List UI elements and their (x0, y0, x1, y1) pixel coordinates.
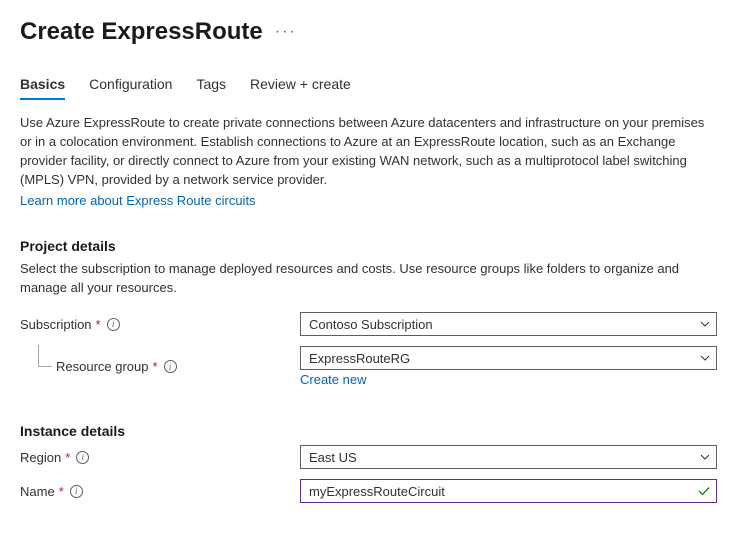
info-icon[interactable]: i (107, 318, 120, 331)
page-title: Create ExpressRoute (20, 18, 263, 46)
tabs: Basics Configuration Tags Review + creat… (20, 76, 717, 100)
region-value: East US (309, 450, 357, 465)
name-label: Name (20, 484, 55, 499)
name-input[interactable] (300, 479, 717, 503)
resource-group-value: ExpressRouteRG (309, 351, 410, 366)
required-icon: * (59, 484, 64, 499)
check-icon (697, 484, 711, 498)
info-icon[interactable]: i (70, 485, 83, 498)
resource-group-select[interactable]: ExpressRouteRG (300, 346, 717, 370)
learn-more-link[interactable]: Learn more about Express Route circuits (20, 193, 256, 208)
description-text: Use Azure ExpressRoute to create private… (20, 114, 717, 189)
info-icon[interactable]: i (164, 360, 177, 373)
region-label: Region (20, 450, 61, 465)
required-icon: * (96, 317, 101, 332)
tab-basics[interactable]: Basics (20, 76, 65, 100)
tab-configuration[interactable]: Configuration (89, 76, 172, 100)
subscription-select[interactable]: Contoso Subscription (300, 312, 717, 336)
subscription-label: Subscription (20, 317, 92, 332)
instance-details-title: Instance details (20, 423, 717, 439)
required-icon: * (153, 359, 158, 374)
resource-group-label: Resource group (56, 359, 149, 374)
tab-tags[interactable]: Tags (196, 76, 226, 100)
tab-review-create[interactable]: Review + create (250, 76, 351, 100)
project-details-title: Project details (20, 238, 717, 254)
subscription-value: Contoso Subscription (309, 317, 433, 332)
project-details-sub: Select the subscription to manage deploy… (20, 260, 717, 298)
more-icon[interactable]: ··· (275, 23, 297, 41)
required-icon: * (65, 450, 70, 465)
create-new-link[interactable]: Create new (300, 372, 366, 387)
tree-line-icon (38, 345, 52, 367)
region-select[interactable]: East US (300, 445, 717, 469)
info-icon[interactable]: i (76, 451, 89, 464)
